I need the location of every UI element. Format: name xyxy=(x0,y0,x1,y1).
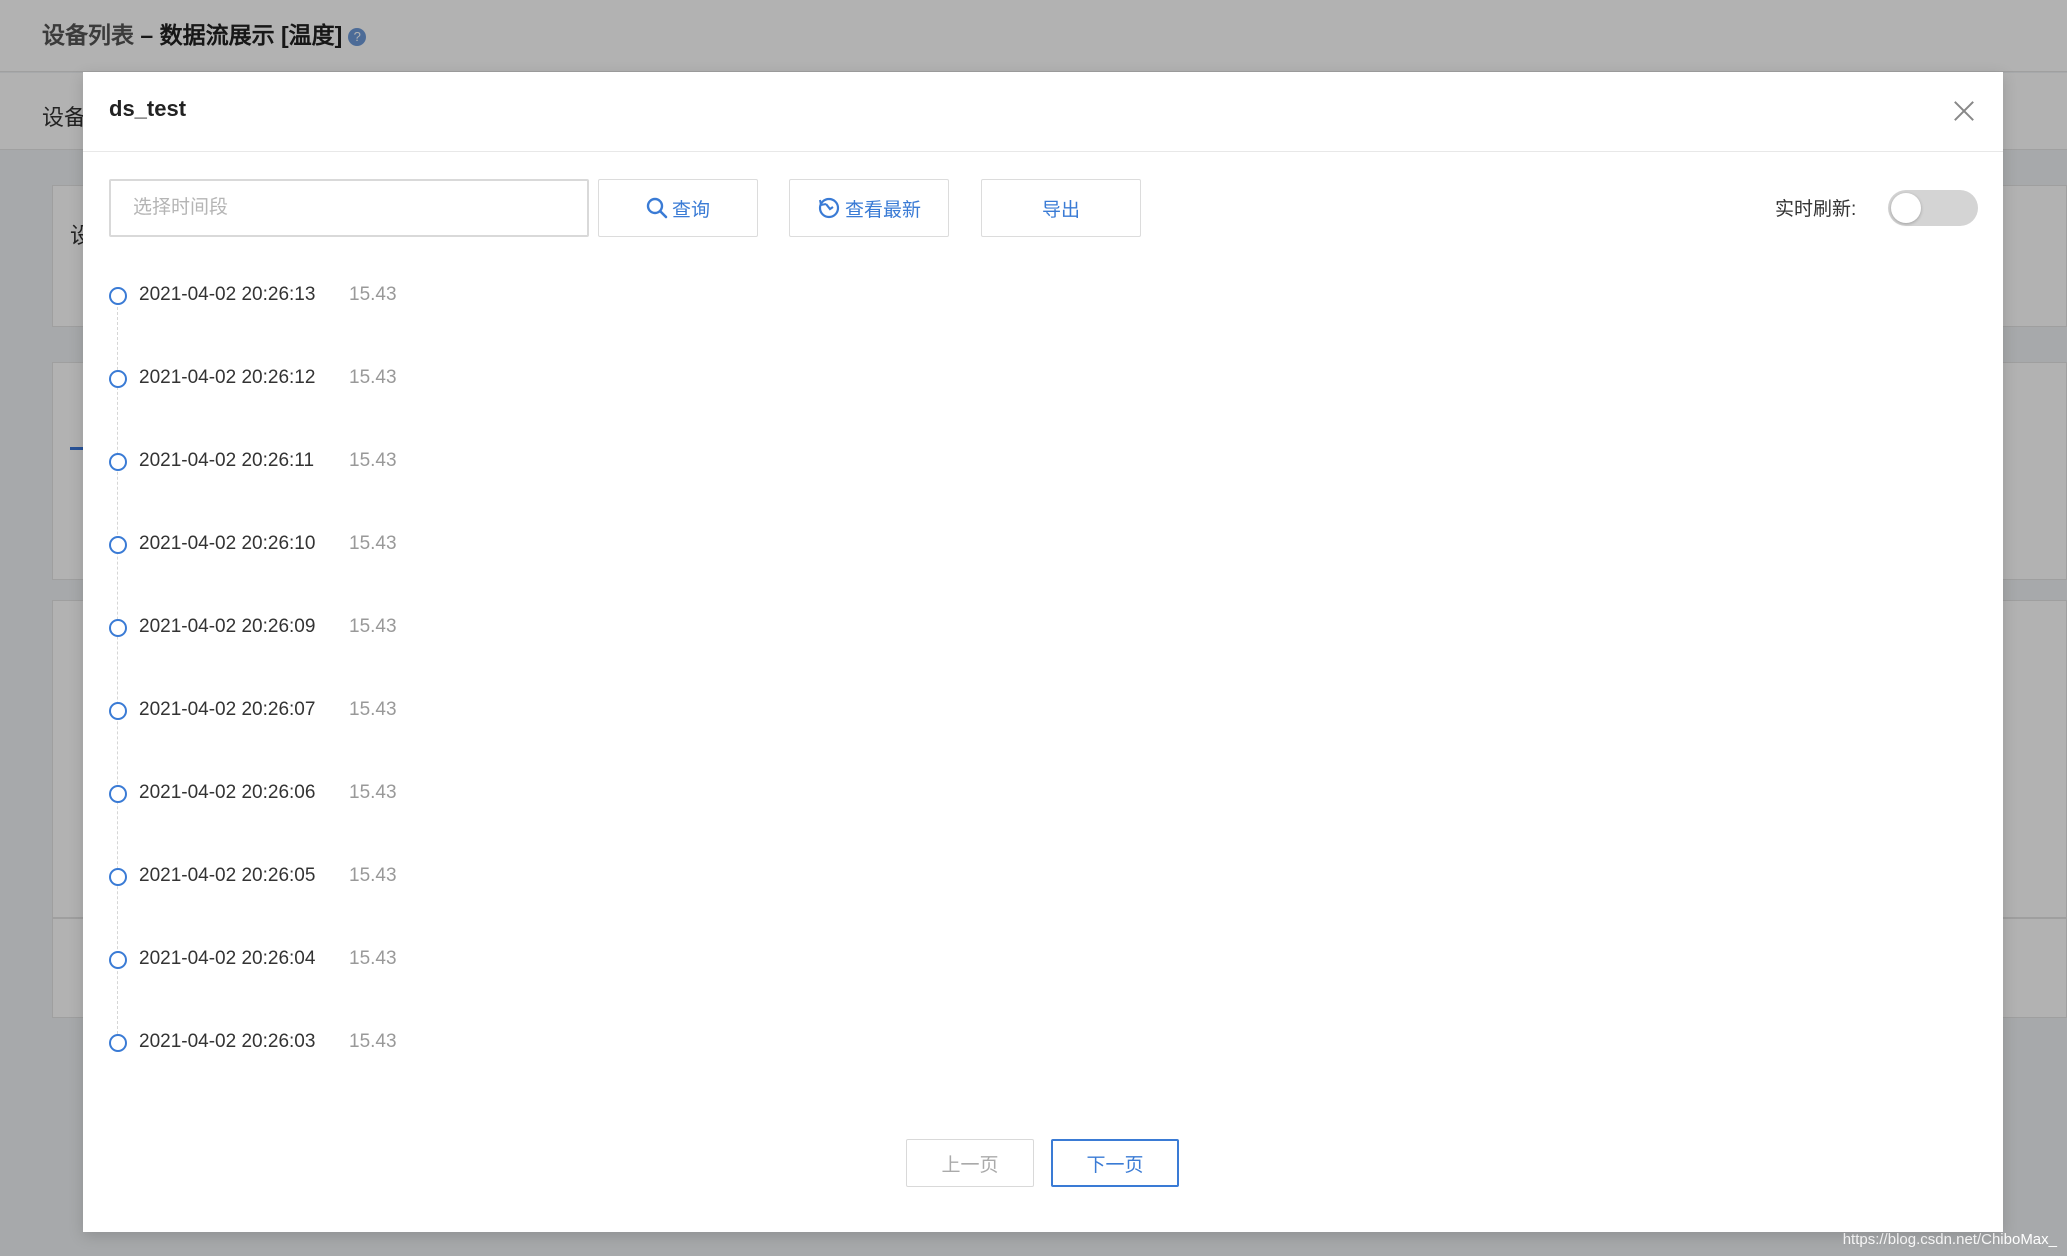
timeline-dot-icon xyxy=(109,702,127,720)
timeline-dot-icon xyxy=(109,951,127,969)
record-time: 2021-04-02 20:26:04 xyxy=(139,948,316,969)
watermark: https://blog.csdn.net/ChiboMax_ xyxy=(1842,1231,2057,1248)
export-button[interactable]: 导出 xyxy=(981,179,1141,237)
realtime-refresh-toggle[interactable] xyxy=(1888,190,1978,226)
record-value: 15.43 xyxy=(349,699,397,720)
timeline-dot-icon xyxy=(109,619,127,637)
record-time: 2021-04-02 20:26:10 xyxy=(139,533,316,554)
timeline-dot-icon xyxy=(109,287,127,305)
record-time: 2021-04-02 20:26:05 xyxy=(139,865,316,886)
timeline-item: 2021-04-02 20:26:11 15.43 xyxy=(109,448,709,478)
record-time: 2021-04-02 20:26:13 xyxy=(139,284,316,305)
record-time: 2021-04-02 20:26:03 xyxy=(139,1031,316,1052)
view-latest-button-label: 查看最新 xyxy=(844,199,921,221)
timeline-item: 2021-04-02 20:26:06 15.43 xyxy=(109,780,709,810)
record-time: 2021-04-02 20:26:12 xyxy=(139,367,316,388)
timeline-dot-icon xyxy=(109,1034,127,1052)
view-latest-button[interactable]: 查看最新 xyxy=(789,179,949,237)
timeline-dot-icon xyxy=(109,370,127,388)
timeline-dot-icon xyxy=(109,453,127,471)
record-value: 15.43 xyxy=(349,450,397,471)
timeline-item: 2021-04-02 20:26:04 15.43 xyxy=(109,946,709,976)
realtime-refresh-label: 实时刷新: xyxy=(1775,199,1857,220)
modal-header: ds_test xyxy=(83,72,2003,152)
record-value: 15.43 xyxy=(349,948,397,969)
record-time: 2021-04-02 20:26:06 xyxy=(139,782,316,803)
record-value: 15.43 xyxy=(349,616,397,637)
prev-page-button[interactable]: 上一页 xyxy=(906,1139,1034,1187)
timeline-item: 2021-04-02 20:26:09 15.43 xyxy=(109,614,709,644)
timeline-item: 2021-04-02 20:26:03 15.43 xyxy=(109,1029,709,1059)
record-time: 2021-04-02 20:26:11 xyxy=(139,450,315,471)
timeline-item: 2021-04-02 20:26:13 15.43 xyxy=(109,282,709,312)
record-value: 15.43 xyxy=(349,782,397,803)
query-button-label: 查询 xyxy=(671,199,710,221)
record-value: 15.43 xyxy=(349,284,397,305)
timeline-item: 2021-04-02 20:26:12 15.43 xyxy=(109,365,709,395)
timeline-item: 2021-04-02 20:26:10 15.43 xyxy=(109,531,709,561)
next-page-button[interactable]: 下一页 xyxy=(1051,1139,1179,1187)
record-time: 2021-04-02 20:26:09 xyxy=(139,616,316,637)
timeline-rail xyxy=(117,292,118,1039)
timeline-dot-icon xyxy=(109,785,127,803)
timeline-dot-icon xyxy=(109,868,127,886)
record-value: 15.43 xyxy=(349,1031,397,1052)
record-time: 2021-04-02 20:26:07 xyxy=(139,699,316,720)
refresh-clock-icon xyxy=(818,197,840,219)
date-range-input[interactable] xyxy=(109,179,589,237)
toggle-knob xyxy=(1891,193,1921,223)
record-value: 15.43 xyxy=(349,533,397,554)
timeline-dot-icon xyxy=(109,536,127,554)
query-button[interactable]: 查询 xyxy=(598,179,758,237)
modal-title: ds_test xyxy=(109,96,187,121)
timeline-item: 2021-04-02 20:26:07 15.43 xyxy=(109,697,709,727)
timeline-item: 2021-04-02 20:26:05 15.43 xyxy=(109,863,709,893)
export-button-label: 导出 xyxy=(1041,199,1080,221)
close-icon[interactable] xyxy=(1947,94,1981,128)
record-value: 15.43 xyxy=(349,865,397,886)
record-value: 15.43 xyxy=(349,367,397,388)
data-stream-modal: ds_test 查询 查看最新 导出 实时刷新: 2021-04-02 20:2… xyxy=(83,72,2003,1232)
search-icon xyxy=(646,197,668,219)
